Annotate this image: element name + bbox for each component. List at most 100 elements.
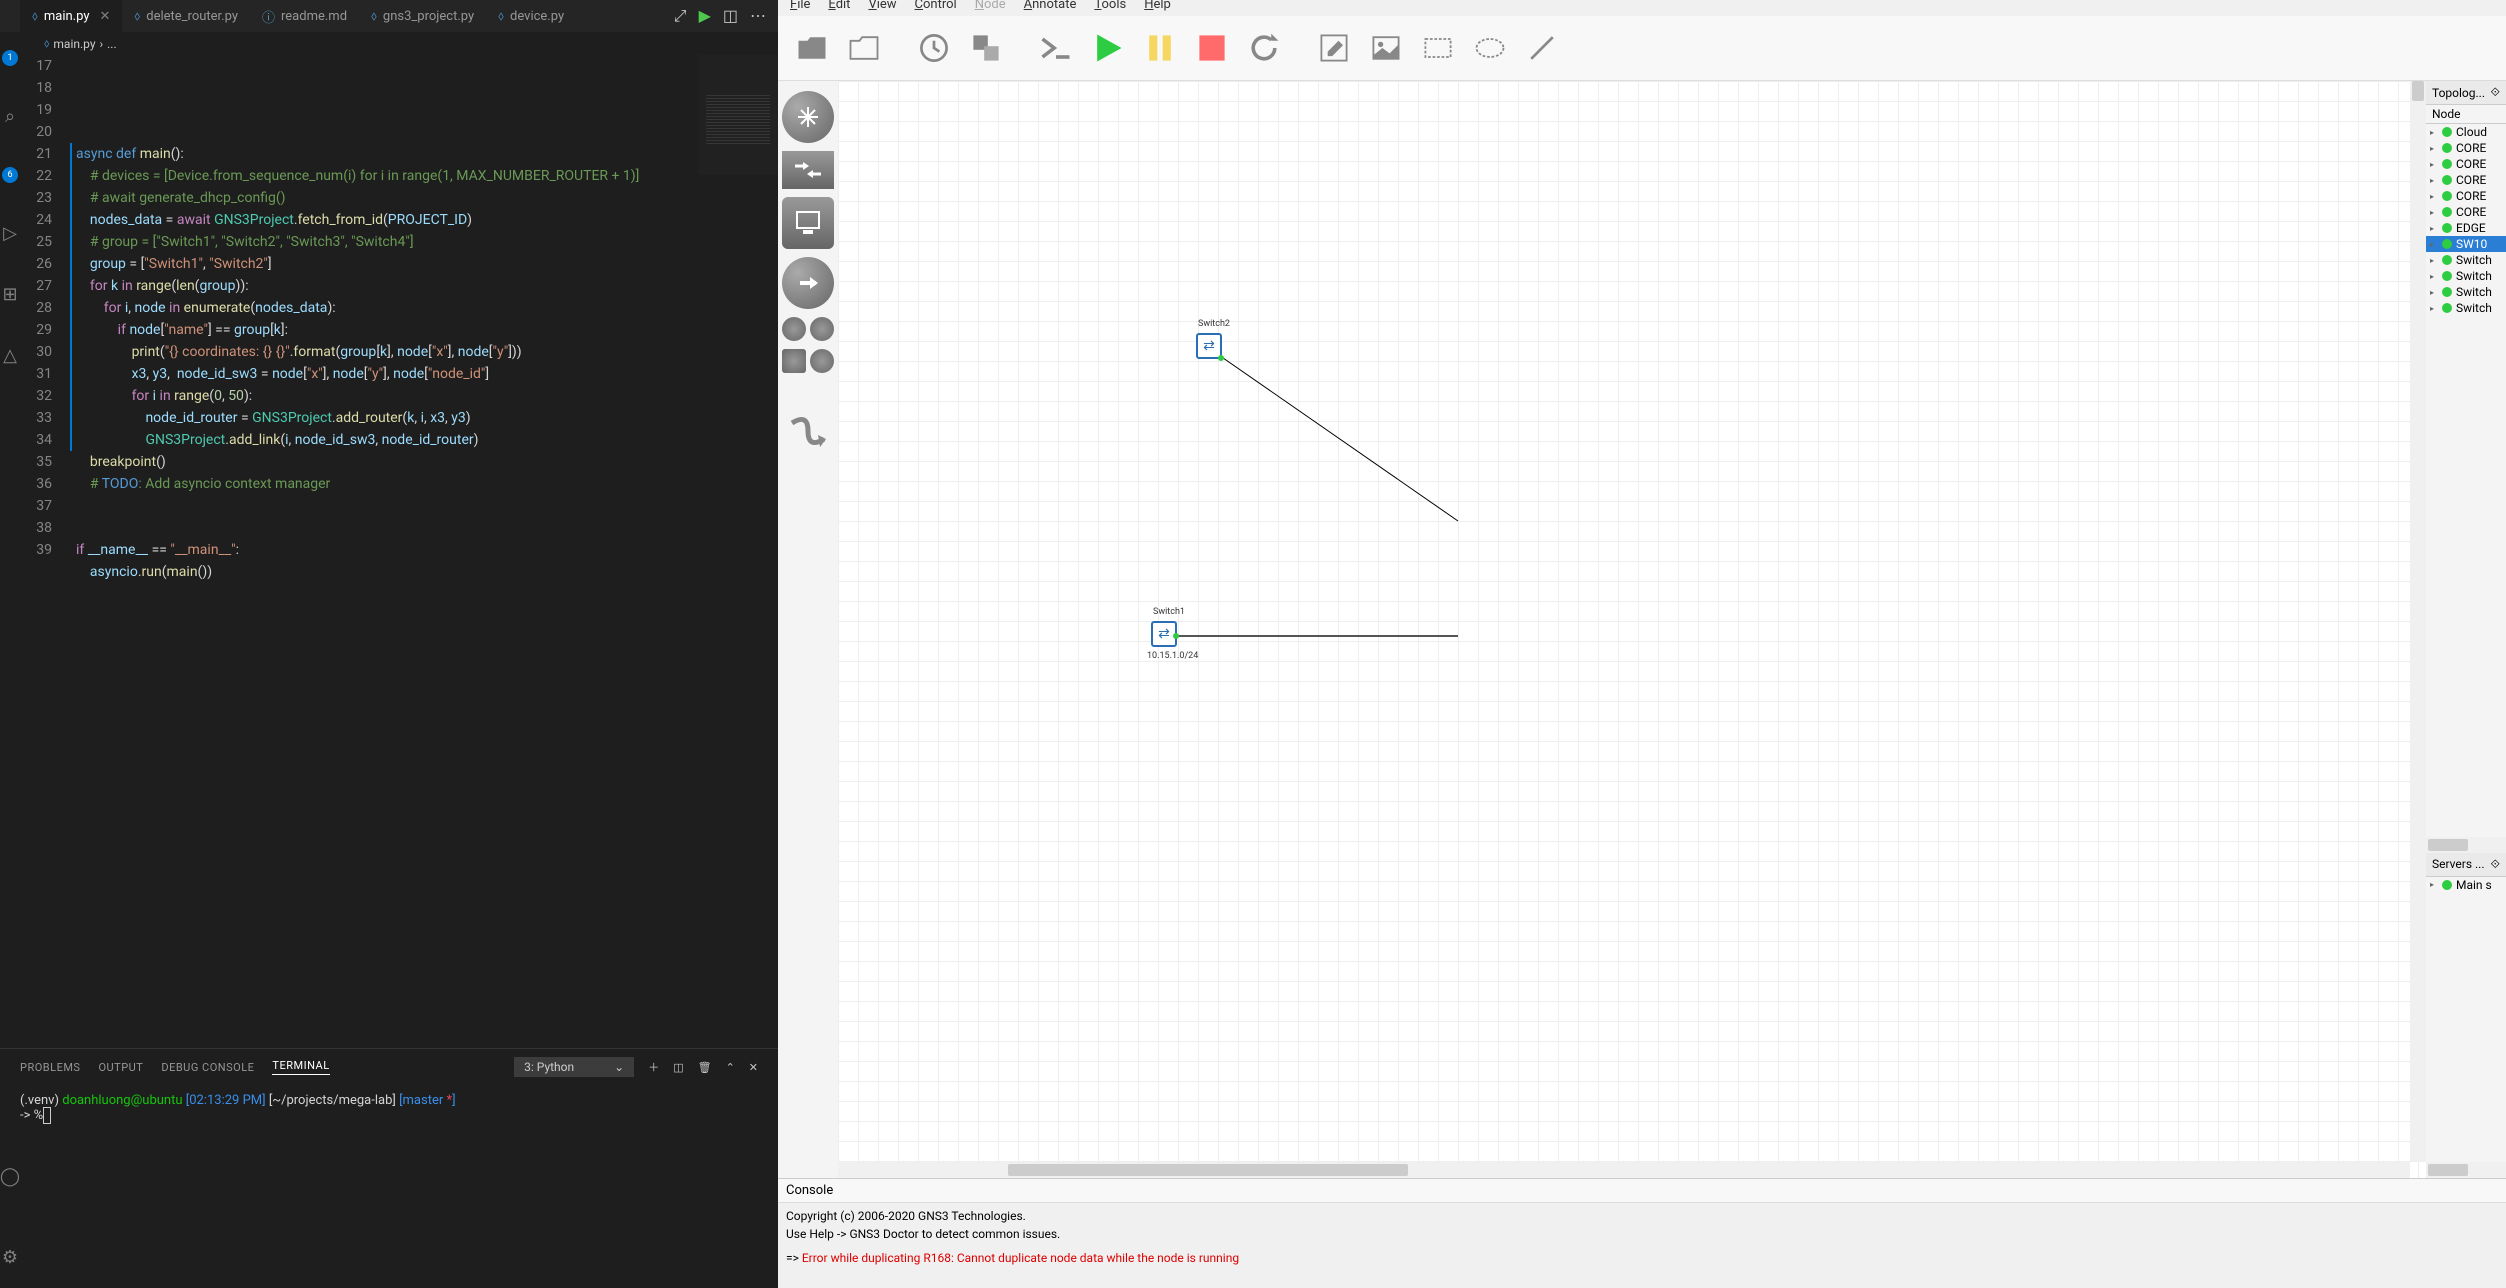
code-area[interactable]: async def main(): # devices = [Device.fr… — [70, 55, 778, 1048]
open-project-button[interactable] — [790, 26, 834, 70]
chevron-up-icon[interactable]: ⌃ — [726, 1061, 735, 1074]
reload-button[interactable] — [1242, 26, 1286, 70]
node-switch2[interactable]: Switch2 ⇄ — [1196, 333, 1222, 359]
start-all-button[interactable] — [1086, 26, 1130, 70]
topology-node-EDGE[interactable]: ▸EDGE — [2426, 220, 2506, 236]
panel-tab-debug console[interactable]: DEBUG CONSOLE — [161, 1061, 254, 1074]
panel-tab-output[interactable]: OUTPUT — [98, 1061, 143, 1074]
routers-button[interactable] — [782, 91, 834, 143]
pause-all-button[interactable] — [1138, 26, 1182, 70]
dock-icon[interactable]: ⟐ — [2491, 85, 2500, 100]
topology-tree[interactable]: ▸Cloud▸CORE▸CORE▸CORE▸CORE▸CORE▸EDGE▸SW1… — [2426, 124, 2506, 837]
annotate-button[interactable] — [1312, 26, 1356, 70]
menu-control[interactable]: Control — [915, 0, 957, 12]
breadcrumb-file: main.py — [53, 37, 95, 51]
topology-node-Switch[interactable]: ▸Switch — [2426, 284, 2506, 300]
menu-edit[interactable]: Edit — [828, 0, 850, 12]
all-devices-4[interactable] — [810, 349, 834, 373]
console-line: Copyright (c) 2006-2020 GNS3 Technologie… — [786, 1207, 2498, 1225]
device-toolbar — [778, 81, 838, 1178]
servers-panel-header[interactable]: Servers ...⟐ — [2426, 853, 2506, 877]
menu-view[interactable]: View — [868, 0, 896, 12]
topology-node-CORE[interactable]: ▸CORE — [2426, 204, 2506, 220]
settings-icon[interactable]: ⚙ — [2, 1247, 18, 1268]
panel-tab-terminal[interactable]: TERMINAL — [272, 1059, 329, 1075]
end-devices-button[interactable] — [782, 197, 834, 249]
gns3-menubar: File Edit View Control Node Annotate Tools Help — [778, 0, 2506, 16]
run-icon[interactable]: ▶ — [699, 6, 711, 26]
server-Main s[interactable]: ▸Main s — [2426, 877, 2506, 893]
terminal[interactable]: (.venv) doanhluong@ubuntu [02:13:29 PM] … — [0, 1085, 778, 1131]
canvas-scrollbar-vertical[interactable] — [2410, 81, 2426, 1162]
canvas-scrollbar-horizontal[interactable] — [838, 1162, 2410, 1178]
servers-tree[interactable]: ▸Main s — [2426, 877, 2506, 1162]
insert-image-button[interactable] — [1364, 26, 1408, 70]
topology-scroll[interactable] — [2426, 837, 2506, 853]
topology-node-Cloud[interactable]: ▸Cloud — [2426, 124, 2506, 140]
topology-node-Switch[interactable]: ▸Switch — [2426, 252, 2506, 268]
compare-icon[interactable]: ⤢ — [674, 6, 687, 26]
all-devices-3[interactable] — [782, 349, 806, 373]
rectangle-button[interactable] — [1416, 26, 1460, 70]
ellipse-button[interactable] — [1468, 26, 1512, 70]
terminal-selector[interactable]: 3: Python⌄ — [514, 1057, 634, 1077]
all-devices-1[interactable] — [782, 317, 806, 341]
gns3-body: Switch2 ⇄ Switch1 ⇄ 10.15.1.0/24 Topolog… — [778, 81, 2506, 1178]
editor-tab-main.py[interactable]: ⬨main.py✕ — [20, 0, 122, 32]
menu-tools[interactable]: Tools — [1094, 0, 1126, 12]
node-switch1[interactable]: Switch1 ⇄ 10.15.1.0/24 — [1151, 621, 1177, 647]
line-gutter: 1718192021222324252627282930313233343536… — [0, 55, 70, 1048]
topology-node-CORE[interactable]: ▸CORE — [2426, 140, 2506, 156]
security-button[interactable] — [782, 257, 834, 309]
switches-button[interactable] — [782, 151, 834, 189]
account-icon[interactable]: ◯ — [0, 1166, 20, 1187]
menu-help[interactable]: Help — [1144, 0, 1171, 12]
console-body[interactable]: Copyright (c) 2006-2020 GNS3 Technologie… — [778, 1203, 2506, 1288]
gns3-pane: File Edit View Control Node Annotate Tools Help — [778, 0, 2506, 1288]
topology-node-CORE[interactable]: ▸CORE — [2426, 156, 2506, 172]
all-devices-2[interactable] — [810, 317, 834, 341]
panel-tab-problems[interactable]: PROBLEMS — [20, 1061, 80, 1074]
console-header: Console — [778, 1179, 2506, 1203]
editor-tab-readme.md[interactable]: ⓘreadme.md — [250, 0, 359, 32]
gns3-toolbar — [778, 16, 2506, 81]
menu-file[interactable]: File — [790, 0, 810, 12]
console-line: Use Help -> GNS3 Doctor to detect common… — [786, 1225, 2498, 1243]
canvas-wrap: Switch2 ⇄ Switch1 ⇄ 10.15.1.0/24 — [838, 81, 2426, 1178]
breadcrumb[interactable]: ⬨ main.py › ... — [0, 32, 778, 55]
menu-node[interactable]: Node — [975, 0, 1006, 12]
topology-node-SW10[interactable]: ▸SW10 — [2426, 236, 2506, 252]
console-button[interactable] — [1034, 26, 1078, 70]
editor-tab-gns3_project.py[interactable]: ⬨gns3_project.py — [359, 0, 486, 32]
topology-node-CORE[interactable]: ▸CORE — [2426, 188, 2506, 204]
snapshot-button[interactable] — [912, 26, 956, 70]
side-panels: Topolog...⟐ Node ▸Cloud▸CORE▸CORE▸CORE▸C… — [2426, 81, 2506, 1178]
console-error: Error while duplicating R168: Cannot dup… — [802, 1251, 1239, 1265]
new-terminal-icon[interactable]: ＋ — [648, 1059, 659, 1075]
menu-annotate[interactable]: Annotate — [1024, 0, 1077, 12]
dock-icon[interactable]: ⟐ — [2491, 857, 2500, 872]
minimap[interactable] — [698, 55, 778, 175]
screenshot-button[interactable] — [964, 26, 1008, 70]
topology-panel-header[interactable]: Topolog...⟐ — [2426, 81, 2506, 105]
split-terminal-icon[interactable]: ◫ — [673, 1061, 683, 1074]
servers-scroll[interactable] — [2426, 1162, 2506, 1178]
topology-node-CORE[interactable]: ▸CORE — [2426, 172, 2506, 188]
topology-node-Switch[interactable]: ▸Switch — [2426, 268, 2506, 284]
topology-node-Switch[interactable]: ▸Switch — [2426, 300, 2506, 316]
split-icon[interactable]: ◫ — [723, 6, 738, 26]
close-panel-icon[interactable]: ✕ — [749, 1061, 758, 1074]
stop-all-button[interactable] — [1190, 26, 1234, 70]
link-button[interactable] — [786, 409, 830, 457]
editor[interactable]: 1718192021222324252627282930313233343536… — [0, 55, 778, 1048]
editor-tab-delete_router.py[interactable]: ⬨delete_router.py — [122, 0, 250, 32]
vscode-pane: 1 ⌕ 6 ▷ ⊞ △ ◯ ⚙ ⬨main.py✕⬨delete_router.… — [0, 0, 778, 1288]
topology-canvas[interactable]: Switch2 ⇄ Switch1 ⇄ 10.15.1.0/24 — [838, 81, 2426, 1178]
editor-tab-device.py[interactable]: ⬨device.py — [486, 0, 576, 32]
more-icon[interactable]: ⋯ — [750, 6, 766, 26]
trash-icon[interactable]: 🗑 — [698, 1061, 712, 1074]
line-button[interactable] — [1520, 26, 1564, 70]
editor-tab-bar: ⬨main.py✕⬨delete_router.pyⓘreadme.md⬨gns… — [0, 0, 778, 32]
node-column-header: Node — [2426, 105, 2506, 124]
new-project-button[interactable] — [842, 26, 886, 70]
